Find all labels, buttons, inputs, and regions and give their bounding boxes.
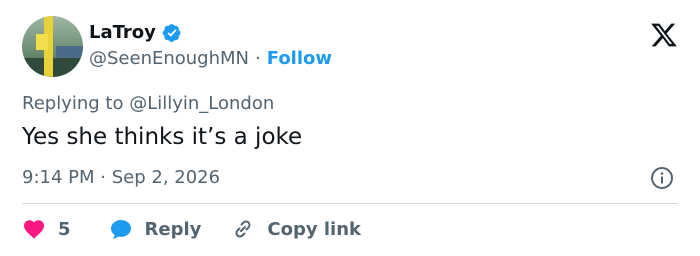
handle-separator: ·	[255, 48, 261, 69]
heart-icon	[24, 220, 44, 239]
like-count: 5	[58, 218, 71, 240]
display-name[interactable]: LaTroy	[89, 22, 156, 43]
follow-button[interactable]: Follow	[267, 48, 332, 69]
reply-button[interactable]: Reply	[109, 217, 202, 241]
tweet-time: 9:14 PM	[22, 167, 95, 188]
divider	[22, 203, 678, 204]
replying-to-mention[interactable]: @Lillyin_London	[129, 93, 274, 114]
time-separator: ·	[100, 167, 106, 188]
name-row: LaTroy	[89, 22, 182, 43]
replying-to: Replying to @Lillyin_London	[22, 93, 274, 114]
replying-prefix: Replying to	[22, 93, 130, 114]
verified-badge-icon	[162, 23, 181, 42]
tweet-date: Sep 2, 2026	[111, 167, 221, 188]
link-icon	[235, 220, 251, 238]
handle-row: @SeenEnoughMN · Follow	[89, 48, 332, 69]
tweet-text: Yes she thinks it’s a joke	[22, 124, 303, 150]
avatar-pad	[36, 34, 48, 50]
timestamp[interactable]: 9:14 PM · Sep 2, 2026	[22, 167, 220, 188]
like-button[interactable]: 5	[22, 217, 71, 241]
copy-link-label: Copy link	[267, 218, 361, 240]
action-bar: 5 Reply Copy link	[22, 215, 361, 243]
user-handle[interactable]: @SeenEnoughMN	[89, 48, 249, 69]
copy-link-button[interactable]: Copy link	[231, 217, 361, 241]
chat-bubble-icon	[110, 220, 131, 239]
info-icon[interactable]	[650, 166, 674, 190]
x-logo-icon[interactable]	[650, 21, 678, 49]
reply-label: Reply	[144, 218, 202, 240]
avatar[interactable]	[22, 16, 83, 77]
